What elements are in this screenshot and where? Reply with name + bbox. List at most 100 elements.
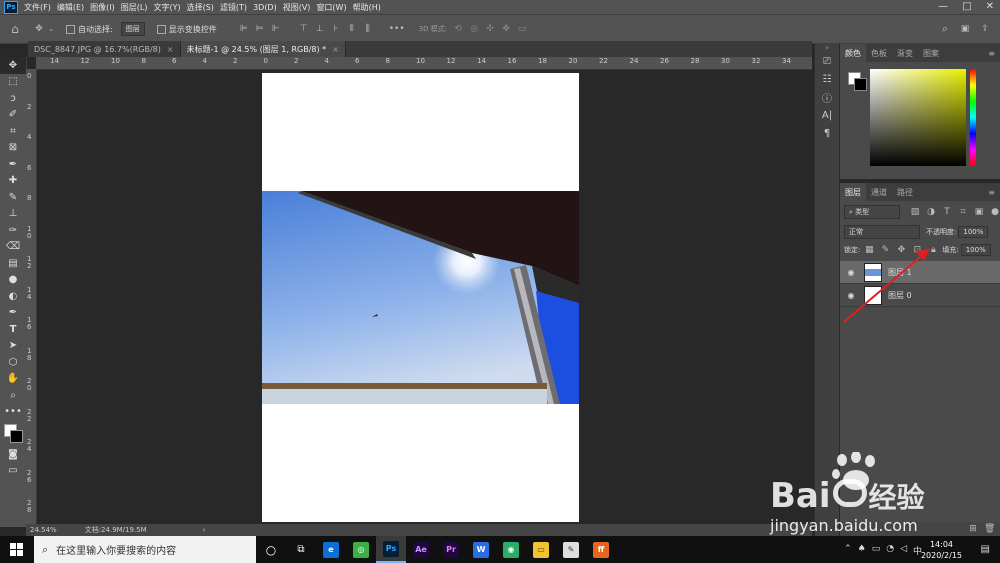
align-right-icon[interactable]: ⊩ [271,24,281,34]
background-swatch-icon[interactable] [854,78,867,91]
tab-paths[interactable]: 路径 [892,183,918,201]
taskbar-clock[interactable]: 14:04 2020/2/15 [921,539,962,561]
filter-smart-icon[interactable]: ▣ [974,207,984,217]
pen-tool-icon[interactable]: ✒ [0,305,26,322]
menu-window[interactable]: 窗口(W) [316,2,346,13]
tab-layers[interactable]: 图层 [840,183,866,201]
move-tool-icon[interactable]: ✥ [34,24,44,34]
auto-select-checkbox[interactable] [66,24,75,34]
align-top-icon[interactable]: ⊤ [299,24,309,34]
hue-slider[interactable] [970,69,976,166]
workspace-icon[interactable]: ▣ [960,24,970,34]
move-tool-icon[interactable]: ✥ [0,57,26,74]
taskbar-app-photoshop[interactable]: Ps [376,536,406,563]
dodge-tool-icon[interactable]: ◐ [0,288,26,305]
align-middle-icon[interactable]: ⊥ [315,24,325,34]
menu-type[interactable]: 文字(Y) [153,2,180,13]
menu-3d[interactable]: 3D(D) [253,3,277,12]
path-select-icon[interactable]: ➤ [0,338,26,355]
clone-stamp-icon[interactable]: ⊥ [0,206,26,223]
distribute-icon[interactable]: ⫴ [347,24,357,34]
close-icon[interactable]: × [167,45,174,54]
align-center-icon[interactable]: ⊨ [255,24,265,34]
healing-brush-icon[interactable]: ✚ [0,173,26,190]
filter-toggle-icon[interactable]: ● [990,207,1000,217]
history-panel-icon[interactable]: ⎚ [815,52,839,70]
menu-file[interactable]: 文件(F) [24,2,51,13]
screen-mode-icon[interactable]: ▭ [0,463,26,480]
network-icon[interactable]: ◔ [886,544,894,557]
taskbar-app-firefox[interactable]: ff [586,536,616,563]
eyedropper-tool-icon[interactable]: ✒ [0,156,26,173]
panel-menu-icon[interactable]: ≡ [983,44,1000,62]
zoom-tool-icon[interactable]: ⌕ [0,387,26,404]
more-tools-icon[interactable]: ••• [0,404,26,421]
distribute-h-icon[interactable]: ⫼ [363,24,373,34]
more-options-icon[interactable]: ••• [389,24,405,34]
tab-untitled-1[interactable]: 未标题-1 @ 24.5% (图层 1, RGB/8) * × [180,41,346,57]
close-icon[interactable]: × [332,45,339,54]
opacity-input[interactable]: 100% [958,226,989,238]
blur-tool-icon[interactable]: ● [0,272,26,289]
filter-shape-icon[interactable]: ⌗ [958,207,968,217]
align-left-icon[interactable]: ⊫ [239,24,249,34]
auto-select-dropdown[interactable]: 图层 [120,22,145,36]
taskbar-app-edge[interactable]: e [316,536,346,563]
marquee-tool-icon[interactable]: ⬚ [0,74,26,91]
taskbar-app-app-grey[interactable]: ✎ [556,536,586,563]
menu-layer[interactable]: 图层(L) [121,2,148,13]
brush-tool-icon[interactable]: ✎ [0,189,26,206]
character-panel-icon[interactable]: A| [815,106,839,124]
tab-swatches[interactable]: 色板 [866,44,892,62]
cortana-button[interactable]: ○ [256,536,286,563]
collapse-icon[interactable]: » [815,44,839,52]
color-swatches[interactable] [0,420,26,446]
3d-slide-icon[interactable]: ✥ [501,24,511,34]
quick-select-tool-icon[interactable]: ✐ [0,107,26,124]
color-saturation-field[interactable] [870,69,966,166]
tab-gradients[interactable]: 渐变 [892,44,918,62]
eraser-tool-icon[interactable]: ⌫ [0,239,26,256]
hand-tool-icon[interactable]: ✋ [0,371,26,388]
tab-color[interactable]: 颜色 [840,44,866,62]
filter-pixel-icon[interactable]: ▧ [910,207,920,217]
menu-filter[interactable]: 滤镜(T) [220,2,247,13]
minimize-button[interactable]: — [938,1,948,12]
blend-mode-dropdown[interactable]: 正常 [844,225,920,239]
taskbar-app-wechat[interactable]: ◉ [496,536,526,563]
windows-start-icon[interactable] [10,543,23,556]
history-brush-icon[interactable]: ✑ [0,222,26,239]
tab-channels[interactable]: 通道 [866,183,892,201]
notification-icon[interactable]: ▤ [981,544,990,555]
taskbar-search-box[interactable]: ⌕ 在这里输入你要搜索的内容 [34,536,256,563]
crop-tool-icon[interactable]: ⌗ [0,123,26,140]
taskbar-app-premiere[interactable]: Pr [436,536,466,563]
layer-filter-dropdown[interactable]: ⌕ 类型 [844,205,900,219]
lasso-tool-icon[interactable]: ↄ [0,90,26,107]
fg-bg-swatch[interactable] [848,72,868,92]
tray-chevron-icon[interactable]: ⌃ [844,544,852,557]
placed-photo-layer[interactable] [262,191,579,404]
quick-mask-icon[interactable]: ◙ [0,446,26,463]
share-icon[interactable]: ⇪ [980,24,990,34]
info-panel-icon[interactable]: ⓘ [815,88,839,106]
menu-view[interactable]: 视图(V) [283,2,311,13]
menu-edit[interactable]: 编辑(E) [57,2,84,13]
search-icon[interactable]: ⌕ [940,23,950,34]
properties-panel-icon[interactable]: ☷ [815,70,839,88]
tab-dsc8847[interactable]: DSC_8847.JPG @ 16.7%(RGB/8) × [28,41,181,57]
shape-tool-icon[interactable]: ⬡ [0,354,26,371]
taskbar-app-explorer[interactable]: ▭ [526,536,556,563]
3d-pan-icon[interactable]: ✣ [485,24,495,34]
filter-adjust-icon[interactable]: ◑ [926,207,936,217]
paragraph-panel-icon[interactable]: ¶ [815,124,839,142]
home-icon[interactable]: ⌂ [10,23,20,35]
menu-image[interactable]: 图像(I) [90,2,115,13]
background-color-icon[interactable] [10,430,23,443]
taskbar-app-chrome-like[interactable]: ◎ [346,536,376,563]
tray-app-icon[interactable]: ♠ [858,544,866,557]
status-arrow-icon[interactable]: › [203,526,206,534]
show-transform-checkbox[interactable] [156,24,166,34]
photoshop-logo-icon[interactable]: Ps [4,0,18,14]
type-tool-icon[interactable]: T [0,321,26,338]
